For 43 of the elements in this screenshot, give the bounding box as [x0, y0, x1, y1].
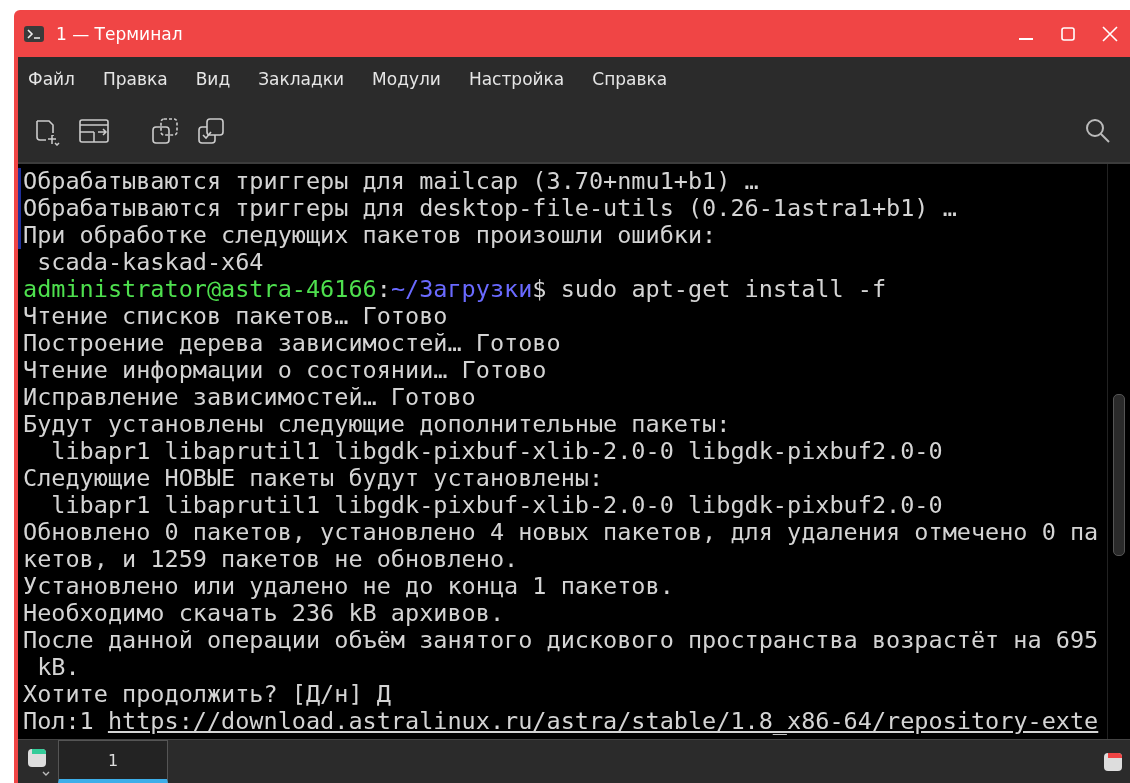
command-text: $ sudo apt-get install -f: [532, 275, 887, 303]
copy-icon[interactable]: [150, 116, 180, 146]
output-line: Будут установлены следующие дополнительные пакеты:: [23, 410, 731, 438]
output-line: kB.: [36, 653, 80, 681]
menu-item[interactable]: Вид: [195, 64, 245, 93]
output-line: При обработке следующих пакетов произошли ошибки:: [23, 221, 717, 249]
menu-item[interactable]: Файл: [28, 64, 89, 93]
window-title: 1 — Терминал: [56, 23, 183, 44]
output-line: Установлено или удалено не до конца 1 пакетов.: [23, 572, 674, 600]
output-line: Чтение списков пакетов… Готово: [23, 302, 448, 330]
output-line: Чтение информации о состоянии… Готово: [23, 356, 547, 384]
output-line: кетов, и 1259 пакетов не обновлено.: [23, 545, 519, 573]
close-icon[interactable]: [1102, 25, 1118, 42]
terminal-icon: [24, 25, 44, 42]
menu-item[interactable]: Правка: [102, 64, 182, 93]
prompt-user: administrator@astra-46166: [23, 275, 377, 303]
output-line: libapr1 libaprutil1 libgdk-pixbuf-xlib-2.0-0 libgdk-pixbuf2.0-0: [50, 437, 943, 465]
output-line: libapr1 libaprutil1 libgdk-pixbuf-xlib-2.0-0 libgdk-pixbuf2.0-0: [50, 491, 943, 519]
menu-item[interactable]: Справка: [592, 64, 682, 93]
output-line: Следующие НОВЫЕ пакеты будут установлены:: [23, 464, 604, 492]
output-line: Исправление зависимостей… Готово: [23, 383, 476, 411]
tab[interactable]: 1: [58, 740, 168, 783]
url-link[interactable]: https://download.astralinux.ru/astra/stable/1.8_x86-64/repository-exte: [107, 707, 1099, 735]
output-line: Обрабатываются триггеры для desktop-file-utils (0.26-1astra1+b1) …: [23, 194, 957, 222]
output-line: Хотите продолжить? [Д/н] Д: [23, 680, 391, 708]
prompt-path: ~/Загрузки: [390, 275, 533, 303]
scrollbar-thumb[interactable]: [1113, 394, 1125, 556]
paste-icon[interactable]: [196, 116, 226, 146]
new-tab-icon[interactable]: [26, 746, 52, 777]
menu-item[interactable]: Модули: [372, 64, 455, 93]
output-line: Обрабатываются триггеры для mailcap (3.70+nmu1+b1) …: [23, 167, 759, 195]
menu-item[interactable]: Настройка: [468, 64, 579, 93]
menu-item[interactable]: Закладки: [258, 64, 359, 93]
output-line: Необходимо скачать 236 kB архивов.: [23, 599, 505, 627]
search-icon[interactable]: [1084, 117, 1112, 145]
output-line: После данной операции объём занятого дискового пространства возрастёт на 695: [23, 626, 1099, 654]
output-line: Построение дерева зависимостей… Готово: [23, 329, 561, 357]
split-view-icon[interactable]: [78, 117, 110, 145]
maximize-icon[interactable]: [1060, 25, 1076, 42]
output-line: scada-kaskad-x64: [36, 248, 264, 276]
output-line: Обновлено 0 пакетов, установлено 4 новых пакетов, для удаления отмечено 0 па: [23, 518, 1099, 546]
output-label: Пол:1: [23, 707, 95, 735]
prompt-separator: :: [376, 275, 391, 303]
